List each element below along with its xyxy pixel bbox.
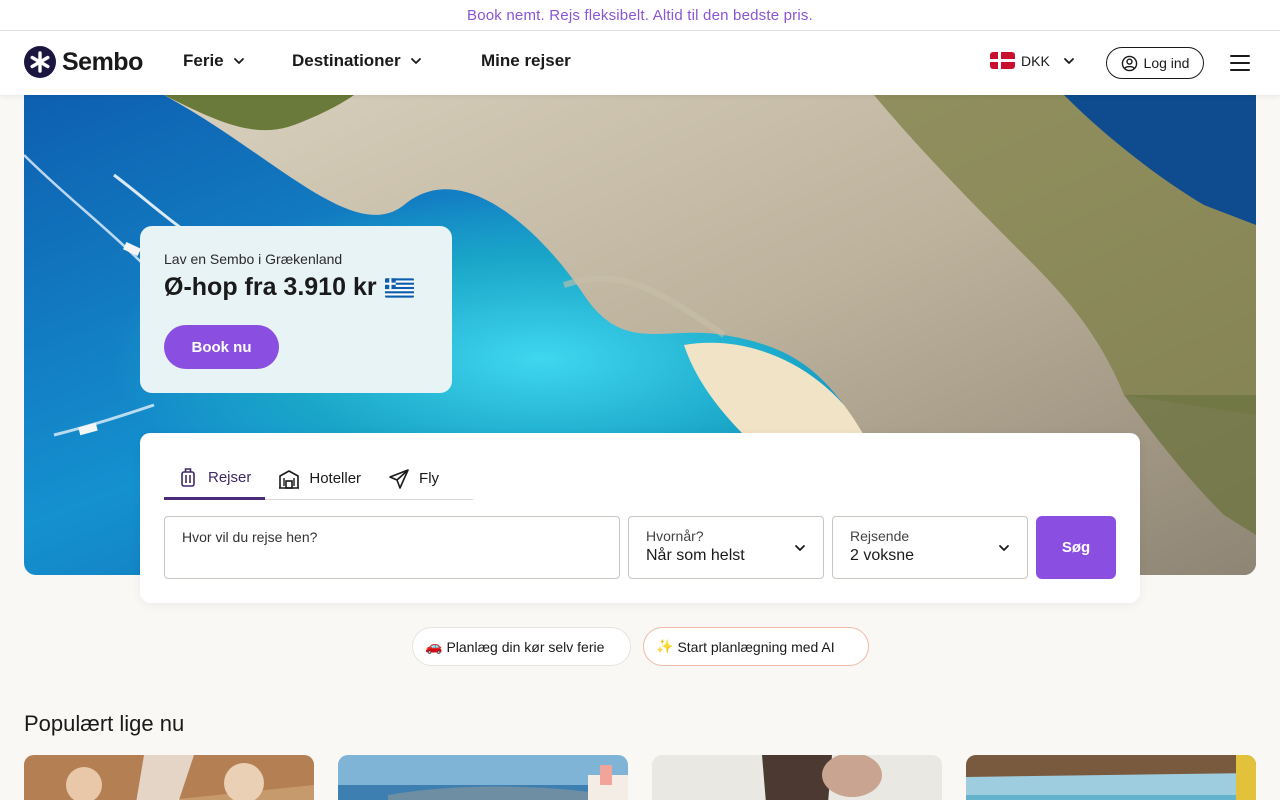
date-label: Hvornår? [646,528,704,544]
user-icon [1121,55,1137,71]
currency-selector[interactable]: DKK [990,52,1076,69]
popular-card-image [24,755,314,800]
chevron-down-icon [233,58,244,64]
search-panel: Rejser Hoteller Fly Hvor vil du rejse he… [140,433,1140,603]
denmark-flag-icon [990,52,1015,69]
sembo-logo[interactable]: Sembo [24,46,143,78]
popular-card[interactable] [24,755,314,800]
ai-planning-chip[interactable]: ✨ Start planlægning med AI [643,627,869,666]
popular-card[interactable] [652,755,942,800]
tab-label: Rejser [208,468,252,486]
travelers-select[interactable]: Rejsende 2 voksne [832,516,1028,579]
login-button[interactable]: Log ind [1106,47,1204,79]
nav-item-label: Ferie [183,51,224,70]
date-value: Når som helst [646,547,745,564]
chip-label: Planlæg din kør selv ferie [446,638,605,655]
popular-card-image [966,755,1256,800]
destination-input[interactable]: Hvor vil du rejse hen? [164,516,620,579]
announcement-bar: Book nemt. Rejs fleksibelt. Altid til de… [0,0,1280,31]
tab-label: Hoteller [309,470,362,487]
chip-label: Start planlægning med AI [677,638,835,655]
tab-rejser[interactable]: Rejser [164,457,266,500]
promo-title-text: Ø-hop fra 3.910 kr [164,273,377,301]
popular-card[interactable] [966,755,1256,800]
book-now-button[interactable]: Book nu [164,325,279,369]
nav-item-mine-rejser[interactable]: Mine rejser [481,51,571,71]
popular-card-image [338,755,628,800]
nav-item-ferie[interactable]: Ferie [183,51,246,71]
hotel-icon [279,469,300,489]
promo-card: Lav en Sembo i Grækenland Ø-hop fra 3.91… [140,226,452,393]
tab-hoteller[interactable]: Hoteller [265,457,375,500]
road-trip-chip[interactable]: 🚗 Planlæg din kør selv ferie [412,627,631,666]
popular-section-title: Populært lige nu [24,711,185,736]
hamburger-menu-icon[interactable] [1228,53,1252,73]
popular-card[interactable] [338,755,628,800]
promo-title: Ø-hop fra 3.910 kr [164,273,428,302]
luggage-icon [181,468,195,487]
nav-item-label: Destinationer [292,51,401,70]
search-tabs: Rejser Hoteller Fly [164,457,473,500]
tab-label: Fly [419,470,440,487]
travelers-label: Rejsende [850,528,910,544]
main-navigation: Sembo Ferie Destinationer Mine rejser DK… [0,31,1280,95]
greece-flag-icon [384,277,414,298]
chevron-down-icon [999,545,1009,551]
tab-fly[interactable]: Fly [375,457,453,500]
currency-label: DKK [1021,52,1050,69]
sparkle-icon: ✨ [656,638,674,654]
login-label: Log ind [1143,55,1190,71]
promo-subtitle: Lav en Sembo i Grækenland [164,251,343,267]
nav-item-label: Mine rejser [481,51,571,70]
search-button[interactable]: Søg [1036,516,1116,579]
destination-placeholder: Hvor vil du rejse hen? [182,529,318,545]
chevron-down-icon [410,58,421,64]
popular-card-image [652,755,942,800]
car-icon: 🚗 [425,638,443,654]
chevron-down-icon [1063,57,1074,64]
sembo-logo-icon [24,46,56,78]
announcement-text: Book nemt. Rejs fleksibelt. Altid til de… [467,6,813,24]
nav-item-destinationer[interactable]: Destinationer [292,51,423,71]
logo-text: Sembo [62,47,143,76]
plane-icon [389,468,409,489]
travelers-value: 2 voksne [850,547,915,564]
chevron-down-icon [795,545,805,551]
date-select[interactable]: Hvornår? Når som helst [628,516,824,579]
